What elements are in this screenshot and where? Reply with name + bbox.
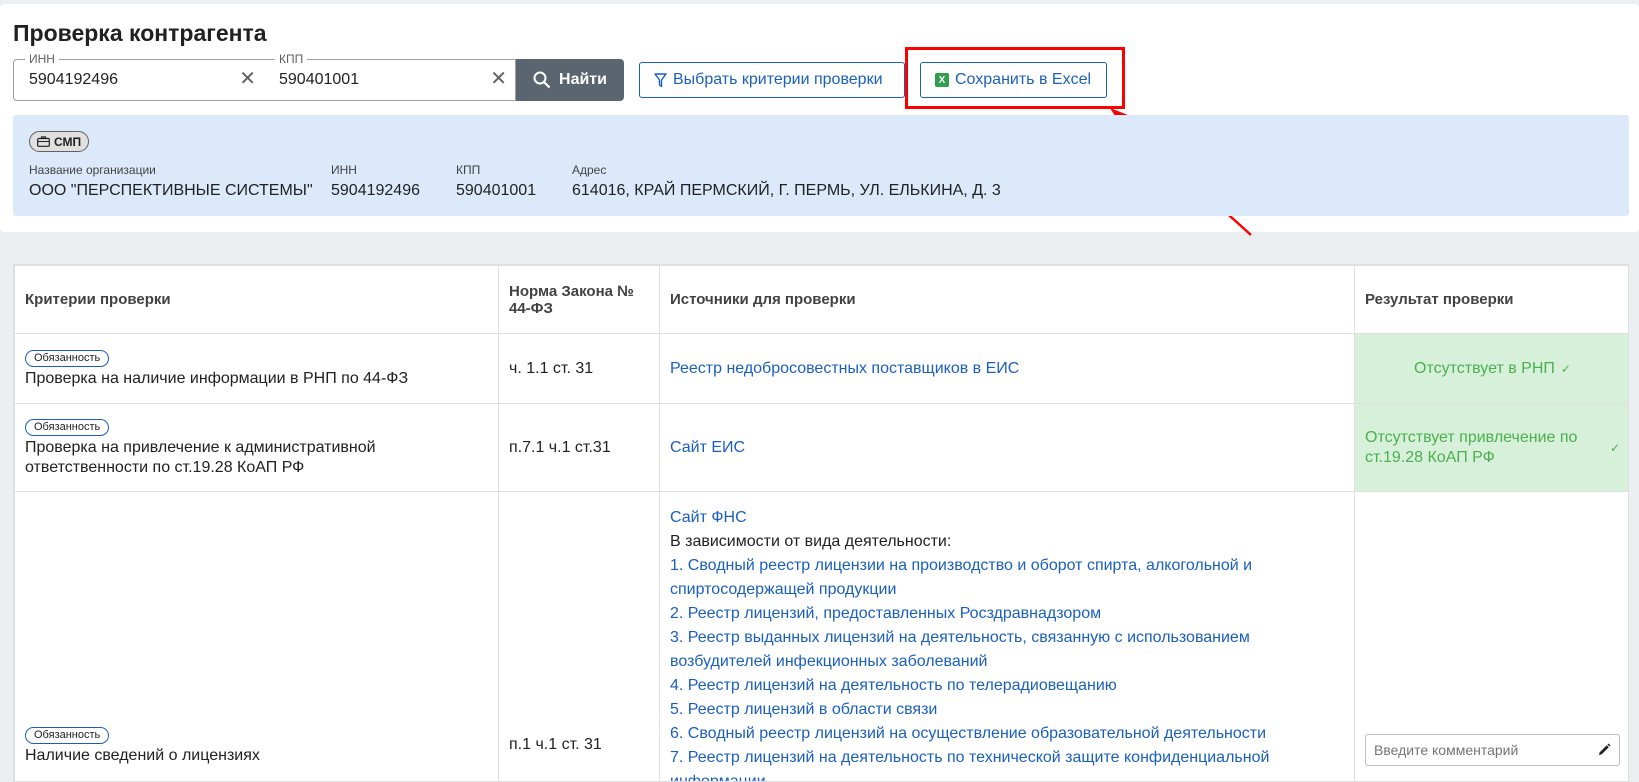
inn-field-label: ИНН [25,52,59,66]
comment-input[interactable]: Введите комментарий [1365,734,1620,766]
org-name-label: Название организации [29,163,156,177]
select-criteria-button[interactable]: Выбрать критерии проверки [639,62,905,98]
source-note: В зависимости от вида деятельности: [670,533,952,550]
license-link-4[interactable]: 4. Реестр лицензий на деятельность по те… [670,674,1344,698]
smp-badge: СМП [29,131,90,152]
norm-cell: п.1 ч.1 ст. 31 [498,491,660,781]
criterion-text: Проверка на привлечение к административн… [25,439,376,476]
header-norm: Норма Закона № 44-ФЗ [498,265,660,334]
result-cell: Отсутствует в РНП ✓ [1354,333,1628,404]
org-address-label: Адрес [572,163,607,177]
check-icon: ✓ [1560,361,1571,376]
find-button[interactable]: Найти [516,59,624,101]
norm-cell: ч. 1.1 ст. 31 [498,333,660,404]
obligation-badge: Обязанность [25,727,110,744]
criteria-table: Критерии проверки Норма Закона № 44-ФЗ И… [13,264,1629,782]
organization-panel: СМП Название организации ООО "ПЕРСПЕКТИВ… [13,115,1629,216]
criterion-cell: Обязанность Наличие сведений о лицензиях [14,491,499,781]
table-row: Обязанность Проверка на привлечение к ад… [14,403,1628,492]
org-inn-value: 5904192496 [331,182,420,199]
kpp-field[interactable]: КПП 590401001 ✕ [264,52,516,101]
source-link[interactable]: Сайт ЕИС [670,439,745,456]
source-cell: Реестр недобросовестных поставщиков в ЕИ… [659,333,1355,404]
result-text: Отсутствует привлечение по ст.19.28 КоАП… [1365,428,1578,466]
inn-field[interactable]: ИНН 5904192496 ✕ [13,52,265,101]
source-link[interactable]: Сайт ФНС [670,506,1344,530]
license-link-3[interactable]: 3. Реестр выданных лицензий на деятельно… [670,626,1344,674]
org-address-value: 614016, КРАЙ ПЕРМСКИЙ, Г. ПЕРМЬ, УЛ. ЕЛЬ… [572,182,1001,199]
result-cell: Введите комментарий [1354,491,1628,781]
filter-icon [654,72,667,87]
page-title: Проверка контрагента [13,20,267,46]
header-criteria: Критерии проверки [14,265,499,334]
table-row: Обязанность Проверка на наличие информац… [14,333,1628,404]
inn-field-value[interactable]: 5904192496 [29,71,118,89]
result-text: Отсутствует в РНП [1414,359,1555,377]
license-link-1[interactable]: 1. Сводный реестр лицензии на производст… [670,554,1344,602]
license-link-7[interactable]: 7. Реестр лицензий на деятельность по те… [670,746,1344,781]
criterion-cell: Обязанность Проверка на привлечение к ад… [14,403,499,492]
pencil-icon[interactable] [1597,743,1611,757]
org-address-block: Адрес 614016, КРАЙ ПЕРМСКИЙ, Г. ПЕРМЬ, У… [572,163,1001,200]
find-button-label: Найти [559,71,607,88]
table-row: Обязанность Наличие сведений о лицензиях… [14,491,1628,781]
header-result: Результат проверки [1354,265,1628,334]
org-name-value: ООО "ПЕРСПЕКТИВНЫЕ СИСТЕМЫ" [29,182,313,199]
highlight-annotation [905,47,1125,109]
norm-cell: п.7.1 ч.1 ст.31 [498,403,660,492]
org-name-block: Название организации ООО "ПЕРСПЕКТИВНЫЕ … [29,163,313,200]
license-link-5[interactable]: 5. Реестр лицензий в области связи [670,698,1344,722]
header-sources: Источники для проверки [659,265,1355,334]
obligation-badge: Обязанность [25,419,110,436]
smp-badge-label: СМП [54,134,82,149]
criterion-text: Наличие сведений о лицензиях [25,747,260,764]
license-link-2[interactable]: 2. Реестр лицензий, предоставленных Росз… [670,602,1344,626]
result-cell: Отсутствует привлечение по ст.19.28 КоАП… [1354,403,1628,492]
check-icon: ✓ [1609,440,1620,455]
license-link-6[interactable]: 6. Сводный реестр лицензий на осуществле… [670,722,1344,746]
select-criteria-label: Выбрать критерии проверки [673,71,883,88]
source-link[interactable]: Реестр недобросовестных поставщиков в ЕИ… [670,360,1019,377]
kpp-field-label: КПП [275,52,308,66]
org-kpp-label: КПП [456,163,481,177]
briefcase-icon [37,136,50,147]
search-icon [533,71,551,89]
org-kpp-block: КПП 590401001 [456,163,536,200]
org-inn-label: ИНН [331,163,357,177]
table-header-row: Критерии проверки Норма Закона № 44-ФЗ И… [14,265,1628,334]
source-cell: Сайт ФНС В зависимости от вида деятельно… [659,491,1355,781]
org-kpp-value: 590401001 [456,182,537,199]
kpp-clear-icon[interactable]: ✕ [490,69,507,89]
comment-placeholder: Введите комментарий [1374,742,1519,758]
kpp-field-value[interactable]: 590401001 [279,71,359,89]
inn-clear-icon[interactable]: ✕ [239,69,256,89]
org-inn-block: ИНН 5904192496 [331,163,420,200]
criterion-text: Проверка на наличие информации в РНП по … [25,370,409,387]
obligation-badge: Обязанность [25,350,110,367]
source-cell: Сайт ЕИС [659,403,1355,492]
criterion-cell: Обязанность Проверка на наличие информац… [14,333,499,404]
